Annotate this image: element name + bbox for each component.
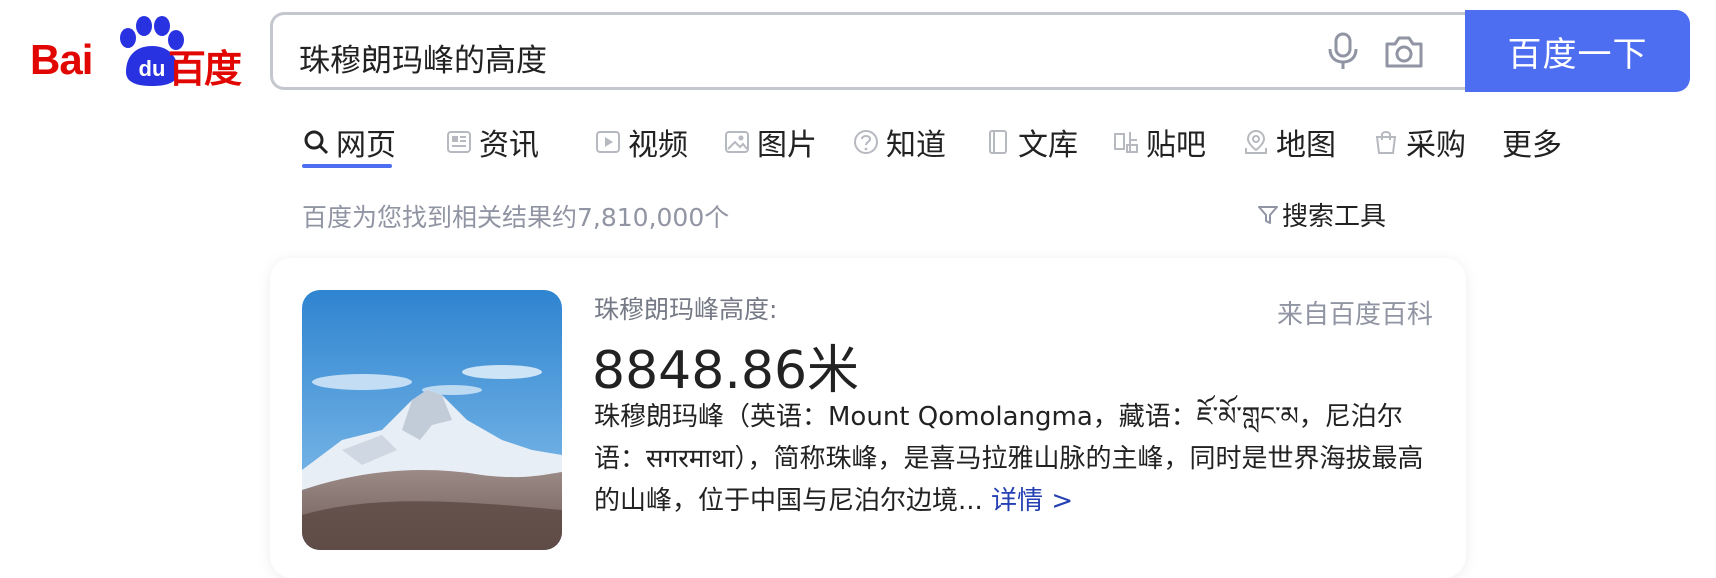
tab-images[interactable]: 图片	[723, 120, 817, 164]
logo-text-cn: 百度	[168, 47, 242, 91]
search-tools-label: 搜索工具	[1282, 202, 1387, 232]
search-icon	[304, 130, 329, 155]
tab-zhidao[interactable]: 知道	[852, 120, 946, 164]
image-icon	[725, 131, 749, 153]
result-count: 百度为您找到相关结果约7,810,000个	[302, 203, 730, 232]
search-tabs: 网页 资讯 视频 图片 知道 文库 贴吧 地图 采购 更多	[302, 112, 1702, 172]
answer-value: 8848.86米	[592, 341, 860, 401]
tab-shopping[interactable]: 采购	[1372, 120, 1466, 164]
tab-webpage[interactable]: 网页	[302, 120, 396, 164]
tab-label: 文库	[1018, 128, 1078, 163]
search-query-text: 珠穆朗玛峰的高度	[299, 43, 547, 79]
mountain-photo	[302, 290, 562, 550]
tab-map[interactable]: 地图	[1242, 120, 1336, 164]
tab-label: 资讯	[479, 128, 539, 163]
active-tab-indicator	[302, 164, 392, 168]
tab-wenku[interactable]: 文库	[984, 120, 1078, 164]
tab-label: 更多	[1502, 128, 1562, 163]
tab-news[interactable]: 资讯	[445, 120, 539, 164]
tieba-icon	[1114, 132, 1138, 153]
everest-image[interactable]	[302, 290, 562, 550]
news-icon	[447, 131, 471, 153]
tab-tieba[interactable]: 贴吧	[1112, 120, 1206, 164]
answer-label: 珠穆朗玛峰高度:	[594, 295, 778, 324]
tab-label: 地图	[1276, 128, 1336, 163]
tab-video[interactable]: 视频	[594, 120, 688, 164]
filter-icon	[1258, 205, 1278, 224]
answer-description: 珠穆朗玛峰（英语：Mount Qomolangma，藏语：ཇོ་མོ་གླང་མ…	[594, 396, 1439, 522]
logo-text-du: du	[139, 56, 166, 81]
doc-icon	[989, 130, 1007, 154]
tab-label: 贴吧	[1146, 128, 1206, 163]
baidu-logo[interactable]: Bai du 百度	[30, 14, 242, 91]
tab-label: 知道	[886, 128, 946, 163]
tab-more[interactable]: 更多	[1502, 120, 1562, 164]
tab-label: 图片	[757, 128, 817, 163]
search-button[interactable]: 百度一下	[1465, 10, 1690, 92]
shopping-bag-icon	[1375, 131, 1397, 154]
camera-icon[interactable]	[1383, 32, 1425, 72]
answer-card: 珠穆朗玛峰高度: 来自百度百科 8848.86米 珠穆朗玛峰（英语：Mount …	[270, 258, 1466, 578]
tab-label: 视频	[628, 128, 688, 163]
answer-source-link[interactable]: 来自百度百科	[1277, 294, 1433, 331]
tab-label: 采购	[1406, 128, 1466, 163]
map-icon	[1245, 129, 1267, 154]
question-icon	[854, 130, 878, 154]
video-icon	[596, 131, 620, 153]
search-tools-button[interactable]: 搜索工具	[1256, 196, 1386, 233]
tab-label: 网页	[336, 128, 396, 163]
search-input[interactable]: 珠穆朗玛峰的高度	[270, 12, 1470, 90]
details-link[interactable]: 详情 >	[991, 486, 1073, 516]
microphone-icon[interactable]	[1323, 31, 1363, 71]
logo-text-latin: Bai	[30, 36, 93, 83]
